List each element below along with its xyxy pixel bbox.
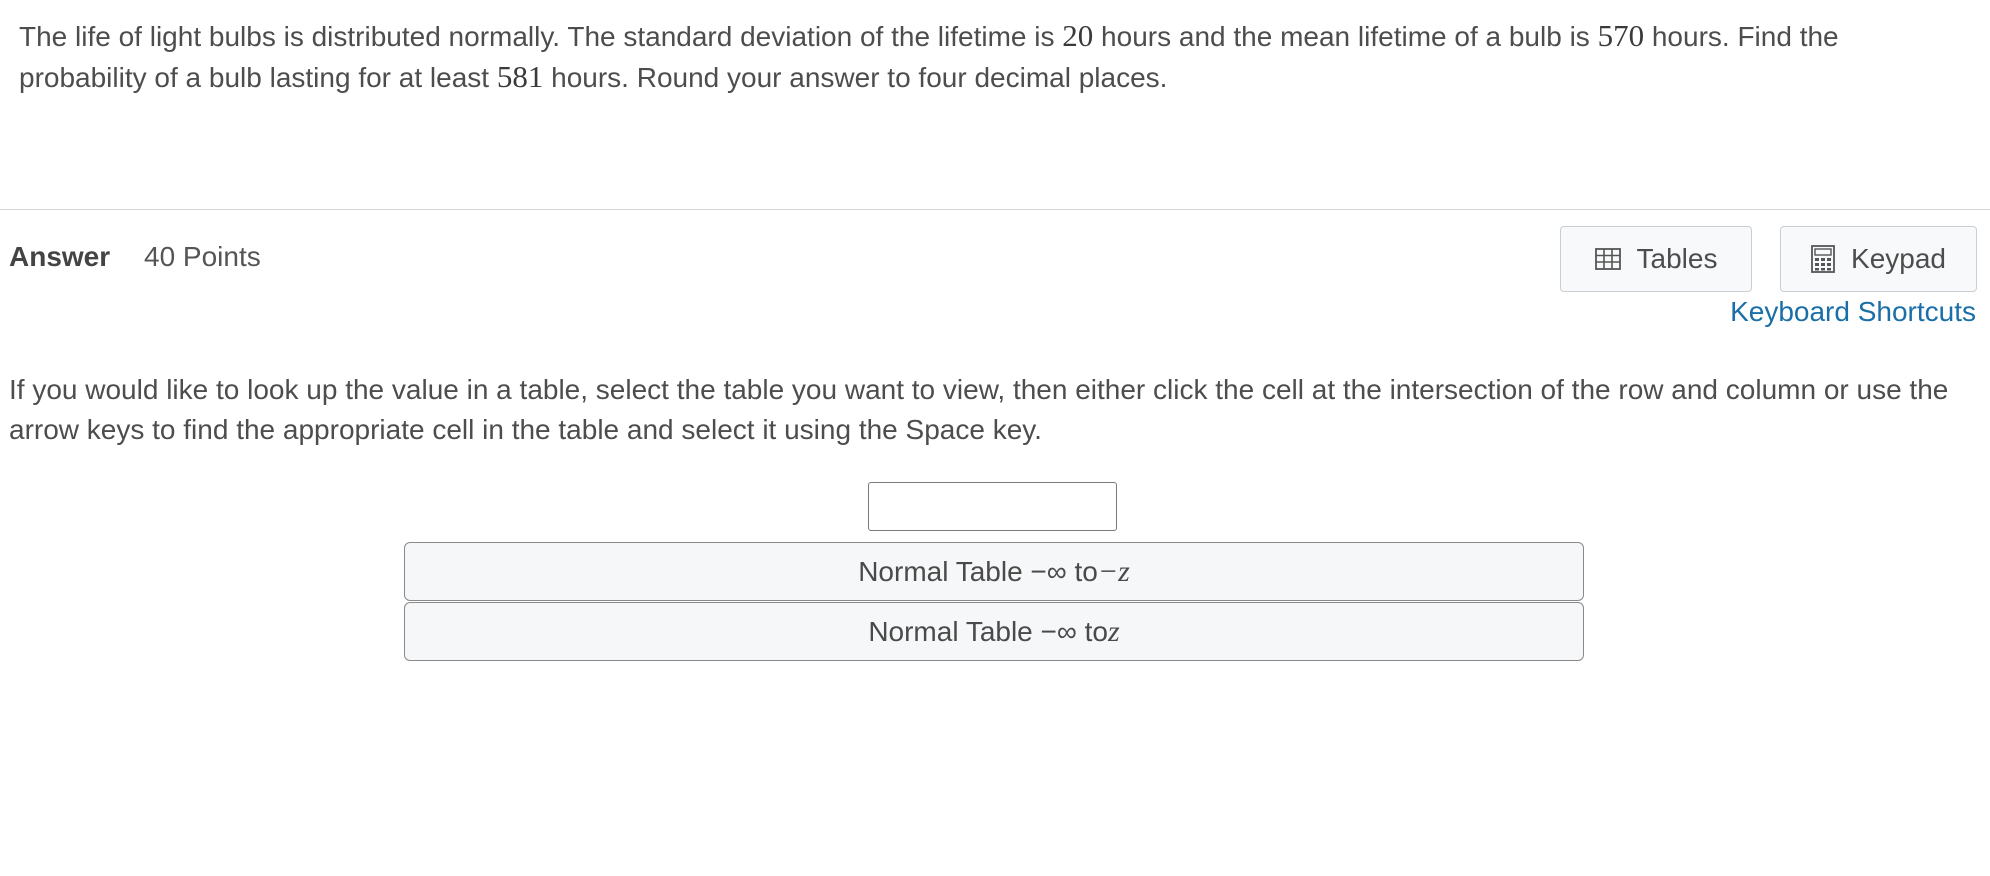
answer-input[interactable] — [868, 482, 1117, 531]
normal-table-z-variable: z — [1107, 614, 1120, 648]
keyboard-shortcuts-link[interactable]: Keyboard Shortcuts — [1730, 296, 1976, 328]
normal-table-neg-z-label: Normal Table −∞ to — [858, 555, 1098, 587]
keypad-button[interactable]: Keypad — [1780, 226, 1977, 292]
section-divider — [0, 209, 1990, 210]
threshold-value: 581 — [496, 59, 544, 94]
keypad-button-label: Keypad — [1851, 243, 1946, 274]
calculator-icon — [1811, 245, 1835, 273]
normal-table-neg-z-button[interactable]: Normal Table −∞ to −z — [404, 542, 1584, 601]
table-lookup-instructions: If you would like to look up the value i… — [9, 374, 1949, 445]
normal-table-neg-z-variable: −z — [1097, 554, 1130, 588]
answer-label: Answer — [9, 241, 111, 272]
table-grid-icon — [1594, 248, 1621, 270]
normal-table-z-button[interactable]: Normal Table −∞ to z — [404, 602, 1584, 661]
normal-table-z-label: Normal Table −∞ to — [868, 615, 1108, 647]
points-label: 40 Points — [144, 241, 261, 272]
question-part-1: The life of light bulbs is distributed n… — [19, 21, 1063, 52]
question-part-2: hours and the mean lifetime of a bulb is — [1093, 21, 1598, 52]
tables-button[interactable]: Tables — [1560, 226, 1752, 292]
standard-deviation-value: 20 — [1062, 18, 1094, 53]
mean-value: 570 — [1597, 18, 1645, 53]
question-part-4: hours. Round your answer to four decimal… — [543, 62, 1168, 93]
tables-button-label: Tables — [1636, 243, 1718, 274]
question-text: The life of light bulbs is distributed n… — [19, 16, 1959, 98]
